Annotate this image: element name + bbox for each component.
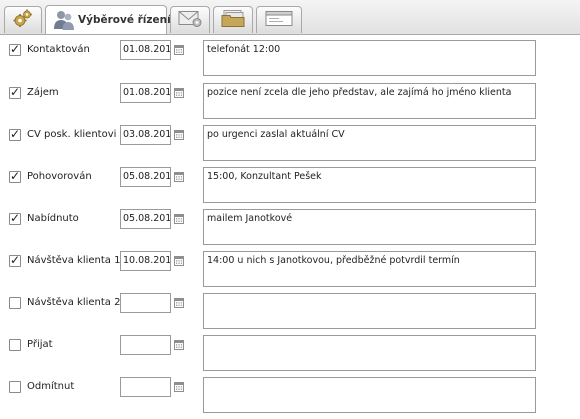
calendar-icon[interactable] [174,172,184,182]
checkmark-icon: ✓ [10,127,21,141]
status-row: Odmítnut [0,377,580,419]
status-checkbox[interactable]: ✓ [9,169,21,183]
status-checkbox[interactable] [9,339,21,351]
tab-settings[interactable] [4,6,42,33]
checkmark-icon: ✓ [10,42,21,56]
status-checkbox[interactable]: ✓ [9,42,21,56]
status-row: ✓ Pohovorován 05.08.2011 15:00, Konzultant … [0,167,580,209]
date-field[interactable]: 05.08.2011 [120,167,171,187]
people-icon [53,9,75,34]
gear-icon [12,9,34,32]
date-field[interactable]: 10.08.2011 [120,251,171,271]
status-label: Pohovorován [27,171,92,182]
tab-documents[interactable] [213,6,253,33]
note-field[interactable]: po urgenci zaslal aktuální CV [203,125,536,161]
status-label: CV posk. klientovi [27,129,117,140]
calendar-icon[interactable] [174,45,184,55]
status-label: Návštěva klienta 1 [27,255,121,266]
note-field[interactable]: pozice není zcela dle jeho představ, ale… [203,83,536,119]
status-row: Přijat [0,335,580,377]
status-label: Přijat [27,339,53,350]
status-checkbox[interactable]: ✓ [9,127,21,141]
calendar-icon[interactable] [174,88,184,98]
status-row: ✓ Zájem 01.08.2011 pozice není zcela dle je… [0,83,580,125]
window-icon [265,11,293,30]
tab-vyberove-rizeni[interactable]: Výběrové řízení [45,5,171,34]
status-label: Návštěva klienta 2 [27,297,121,308]
calendar-icon[interactable] [174,130,184,140]
checkmark-icon: ✓ [10,211,21,225]
calendar-icon[interactable] [174,214,184,224]
note-field[interactable] [203,293,536,329]
note-field[interactable]: telefonát 12:00 [203,40,536,76]
date-field[interactable]: 01.08.2011 [120,40,171,60]
checkmark-icon: ✓ [10,253,21,267]
calendar-icon[interactable] [174,256,184,266]
tab-window[interactable] [256,6,302,33]
note-field[interactable] [203,335,536,371]
checkmark-icon: ✓ [10,85,21,99]
tab-email[interactable] [170,6,210,33]
tab-label: Výběrové řízení [78,14,171,26]
date-field[interactable]: 03.08.2011 [120,125,171,145]
status-checkbox[interactable]: ✓ [9,211,21,225]
checkmark-icon: ✓ [10,169,21,183]
note-field[interactable]: 15:00, Konzultant Pešek [203,167,536,203]
date-field[interactable] [120,293,171,313]
date-field[interactable]: 01.08.2011 [120,83,171,103]
status-label: Zájem [27,87,59,98]
calendar-icon[interactable] [174,340,184,350]
tab-bar: Výběrové řízení [0,0,580,35]
note-field[interactable] [203,377,536,413]
note-field[interactable]: 14:00 u nich s Janotkovou, předběžné pot… [203,251,536,287]
status-row: ✓ Návštěva klienta 110.08.2011 14:00 u nic… [0,251,580,293]
note-field[interactable]: mailem Janotkové [203,209,536,245]
calendar-icon[interactable] [174,298,184,308]
status-checkbox[interactable]: ✓ [9,85,21,99]
status-label: Kontaktován [27,44,90,55]
status-row: Návštěva klienta 2 [0,293,580,335]
status-row: ✓ CV posk. klientovi03.08.2011 po urgenci … [0,125,580,167]
calendar-icon[interactable] [174,382,184,392]
status-checkbox[interactable]: ✓ [9,253,21,267]
status-row: ✓ Kontaktován 01.08.2011 telefonát 12:00 [0,40,580,82]
date-field[interactable] [120,335,171,355]
status-row: ✓ Nabídnuto 05.08.2011 mailem Janotkové [0,209,580,251]
envelope-gear-icon [178,10,202,31]
status-checkbox[interactable] [9,381,21,393]
date-field[interactable] [120,377,171,397]
folder-icon [221,10,245,31]
date-field[interactable]: 05.08.2011 [120,209,171,229]
status-label: Odmítnut [27,381,75,392]
status-checkbox[interactable] [9,297,21,309]
status-label: Nabídnuto [27,213,79,224]
